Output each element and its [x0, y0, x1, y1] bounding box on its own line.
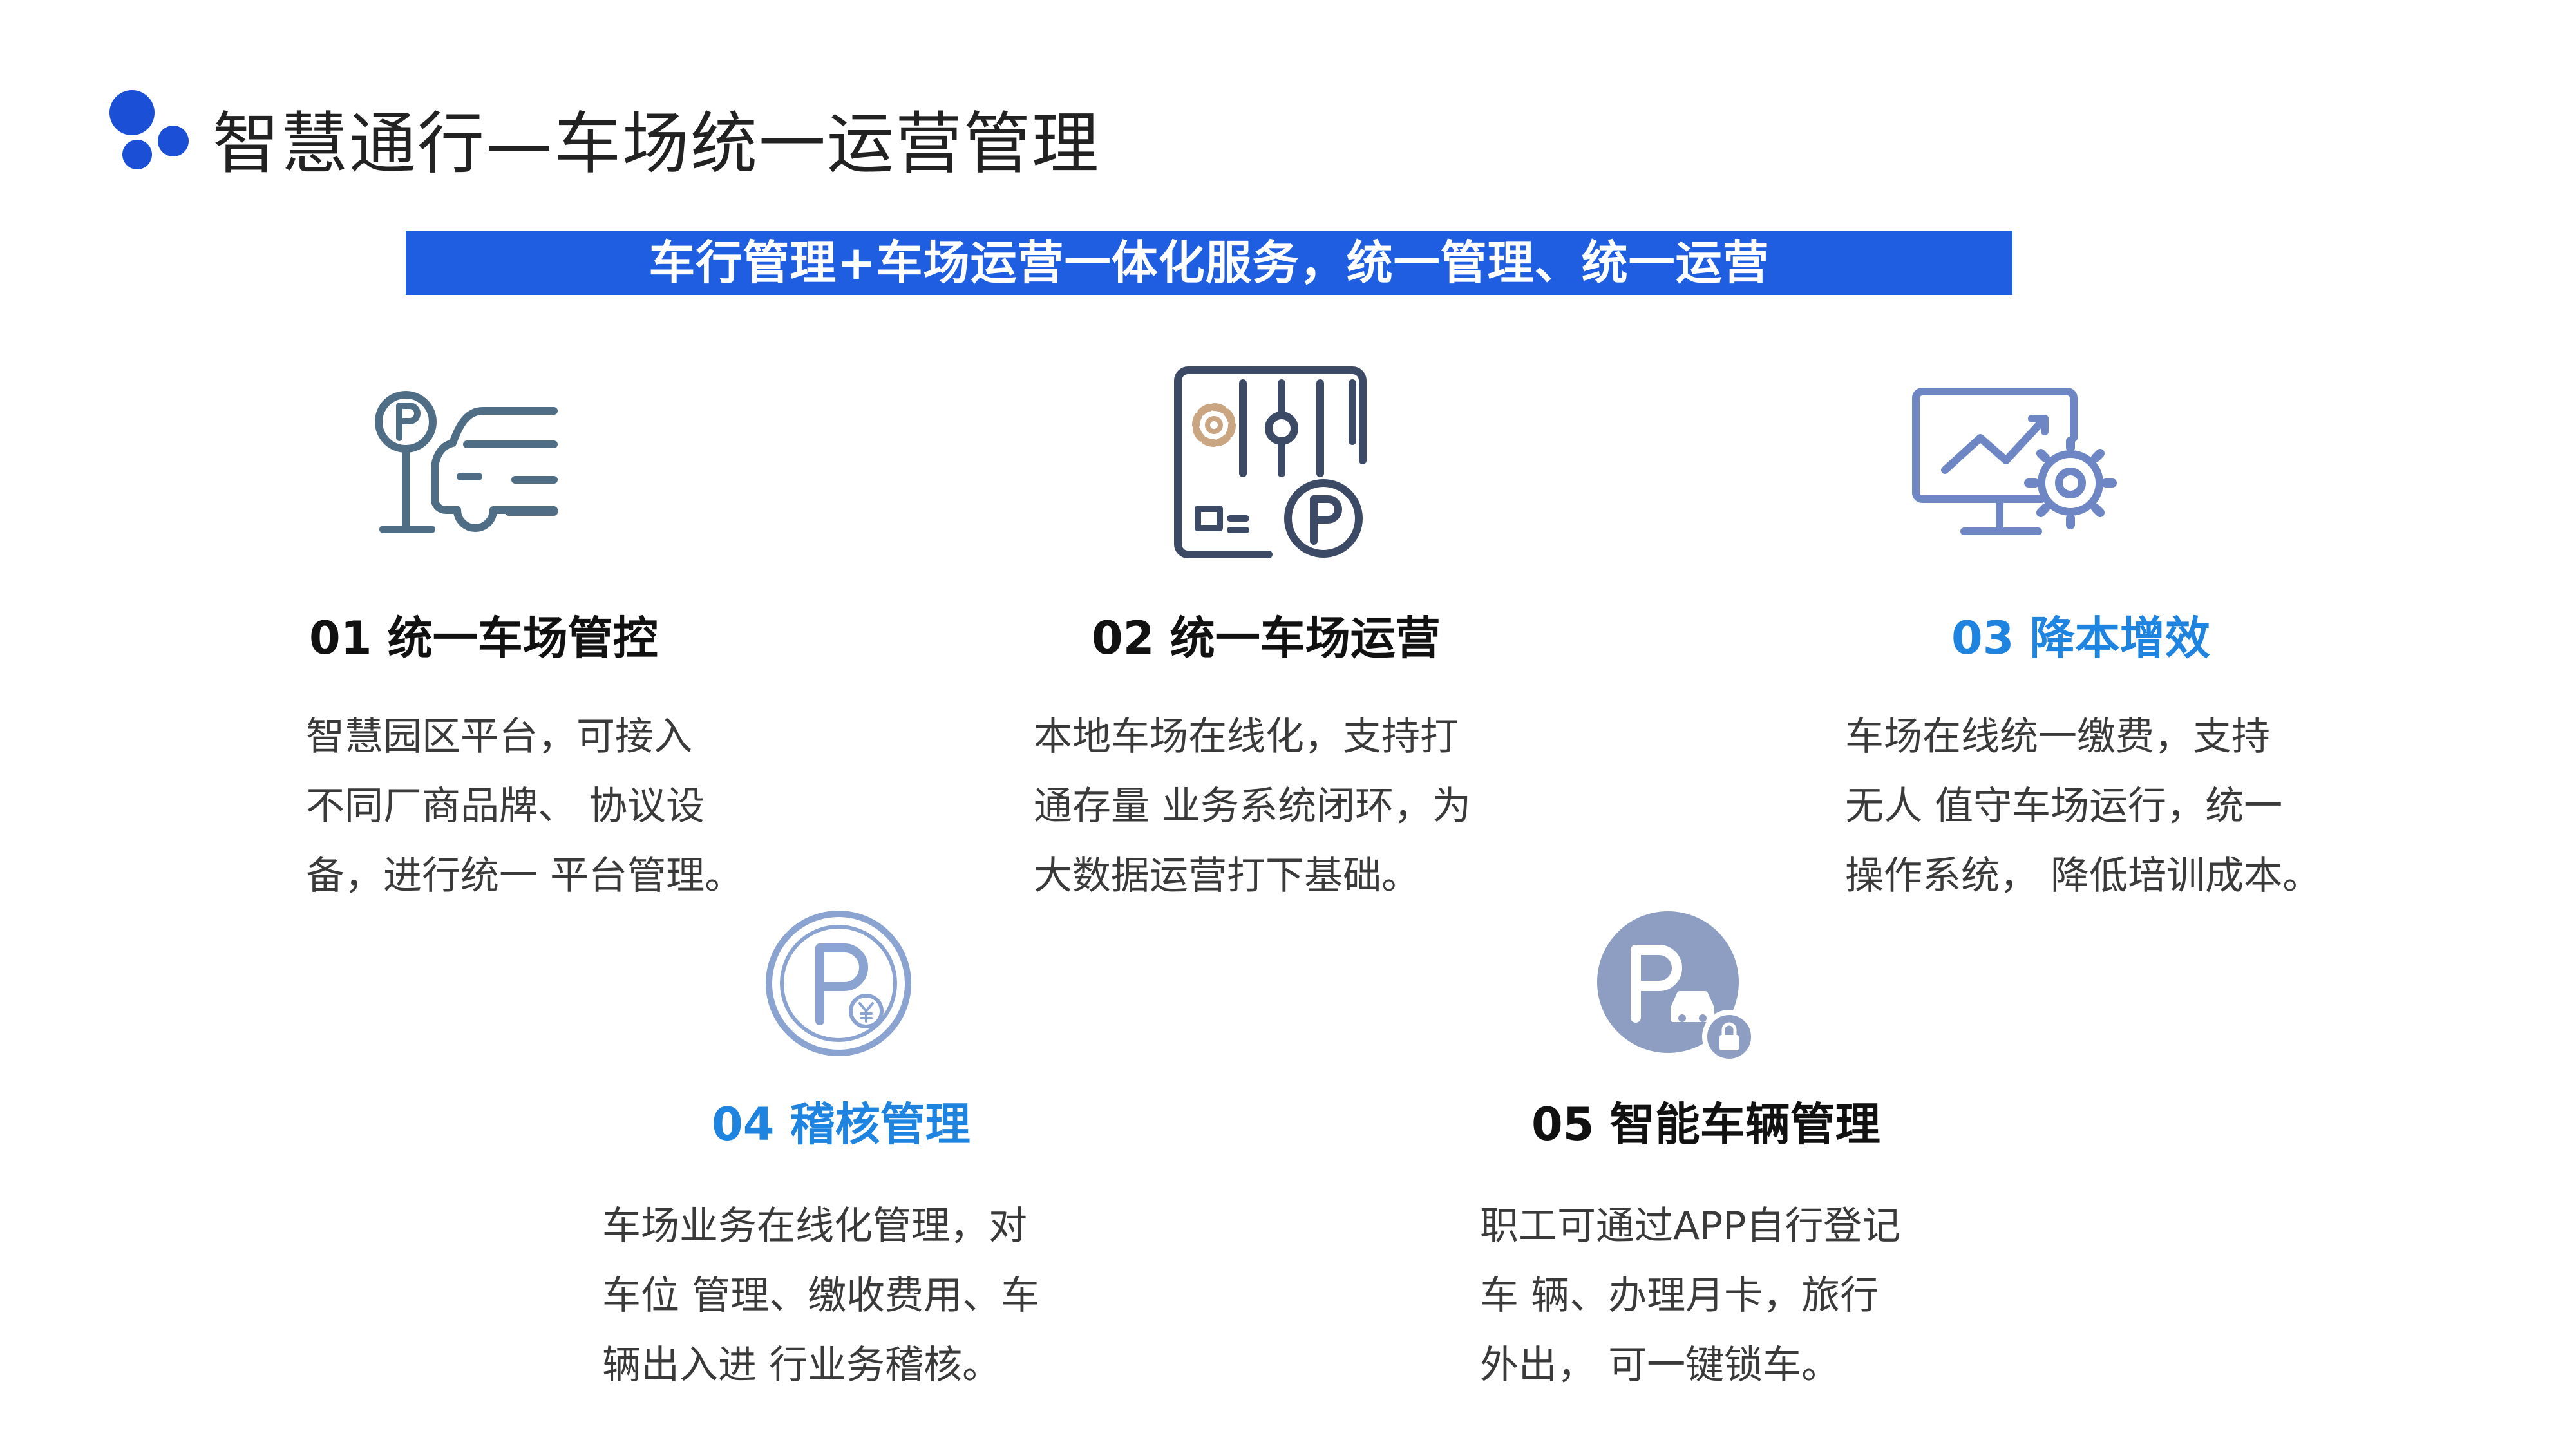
feature-desc-line: 大数据运营打下基础。: [1034, 853, 1420, 898]
feature-desc-line: 本地车场在线化，支持打: [1034, 714, 1459, 759]
feature-desc-line: 车位 管理、缴收费用、车: [602, 1273, 1040, 1318]
feature-desc-line: 智慧园区平台，可接入: [306, 714, 692, 759]
feature-title-3: 03 降本增效: [1951, 612, 2210, 665]
feature-desc-line: 备，进行统一 平台管理。: [306, 853, 744, 898]
page-title: 智慧通行—车场统一运营管理: [213, 104, 1101, 183]
feature-desc-5: 职工可通过APP自行登记 车 辆、办理月卡，旅行 外出， 可一键锁车。: [1480, 1191, 1969, 1400]
feature-title-2: 02 统一车场运营: [1092, 612, 1441, 665]
feature-desc-line: 职工可通过APP自行登记: [1480, 1204, 1901, 1249]
feature-desc-line: 操作系统， 降低培训成本。: [1845, 853, 2322, 898]
feature-desc-1: 智慧园区平台，可接入 不同厂商品牌、 协议设 备，进行统一 平台管理。: [306, 702, 795, 911]
feature-desc-line: 外出， 可一键锁车。: [1480, 1343, 1841, 1388]
feature-desc-line: 无人 值守车场运行，统一: [1845, 784, 2283, 829]
feature-desc-line: 车场在线统一缴费，支持: [1845, 714, 2270, 759]
feature-desc-2: 本地车场在线化，支持打 通存量 业务系统闭环，为 大数据运营打下基础。: [1034, 702, 1523, 911]
parking-car-icon: [370, 386, 564, 541]
parking-yuan-icon: [763, 908, 914, 1059]
tagline-banner: 车行管理+车场运营一体化服务，统一管理、统一运营: [406, 231, 2012, 295]
parking-lock-icon: [1597, 911, 1758, 1066]
feature-title-4: 04 稽核管理: [712, 1098, 971, 1151]
feature-title-5: 05 智能车辆管理: [1531, 1098, 1880, 1151]
logo-icon: [103, 87, 193, 171]
feature-desc-line: 车 辆、办理月卡，旅行: [1480, 1273, 1879, 1318]
feature-desc-3: 车场在线统一缴费，支持 无人 值守车场运行，统一 操作系统， 降低培训成本。: [1845, 702, 2360, 911]
feature-desc-4: 车场业务在线化管理，对 车位 管理、缴收费用、车 辆出入进 行业务稽核。: [602, 1191, 1092, 1400]
monitor-chart-gear-icon: [1909, 386, 2128, 541]
feature-desc-line: 不同厂商品牌、 协议设: [306, 784, 705, 829]
feature-desc-line: 车场业务在线化管理，对: [602, 1204, 1027, 1249]
control-panel-parking-icon: [1169, 364, 1368, 564]
feature-title-1: 01 统一车场管控: [309, 612, 658, 665]
feature-desc-line: 通存量 业务系统闭环，为: [1034, 784, 1472, 829]
feature-desc-line: 辆出入进 行业务稽核。: [602, 1343, 1001, 1388]
